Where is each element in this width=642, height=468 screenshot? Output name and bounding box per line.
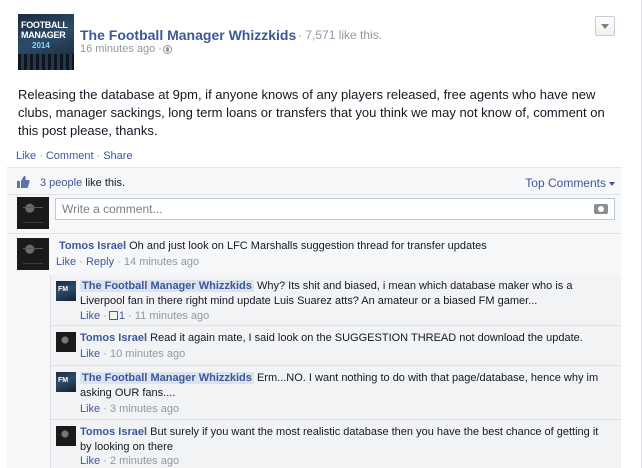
reply-item: Tomos Israel Read it again mate, I said … — [50, 326, 621, 366]
reply-like-link[interactable]: Like — [80, 348, 100, 360]
globe-icon[interactable] — [163, 45, 172, 54]
comment-like-link[interactable]: Like — [56, 256, 76, 268]
reply-time[interactable]: 2 minutes ago — [110, 455, 179, 467]
dot-separator: · — [79, 256, 83, 268]
comment-text: Oh and just look on LFC Marshalls sugges… — [129, 240, 487, 252]
commenter-avatar[interactable] — [17, 238, 49, 270]
dot-separator: · — [128, 310, 132, 322]
comment-input-box[interactable] — [55, 198, 615, 220]
likers-link[interactable]: 3 people — [40, 177, 82, 189]
sort-label: Top Comments — [525, 176, 606, 190]
likes-summary-row: 3 people like this. Top Comments — [7, 168, 621, 195]
thumbs-up-icon — [108, 311, 118, 320]
reply-author-link[interactable]: The Football Manager Whizzkids — [80, 280, 254, 292]
comment-text-line: Tomos Israel Oh and just look on LFC Mar… — [59, 239, 599, 254]
camera-icon[interactable] — [594, 204, 608, 214]
reply-meta: Like · 1 · 11 minutes ago — [80, 310, 209, 322]
post-time-text: 16 minutes ago — [80, 43, 156, 55]
thumbs-up-icon — [17, 176, 30, 188]
share-button[interactable]: Share — [103, 150, 132, 162]
viewer-avatar — [17, 197, 49, 229]
sort-comments-dropdown[interactable]: Top Comments — [525, 176, 615, 190]
reply-meta: Like · 10 minutes ago — [80, 348, 185, 360]
reply-text-block: The Football Manager Whizzkids Why? Its … — [80, 279, 600, 309]
reply-author-avatar[interactable] — [56, 332, 76, 352]
avatar-crowd-graphic — [18, 54, 74, 70]
dot-separator: · — [103, 455, 107, 467]
reply-meta: Like · 3 minutes ago — [80, 403, 179, 415]
chevron-down-icon — [601, 24, 609, 29]
avatar-logo-text-1: FOOTBALL — [21, 20, 68, 30]
post-timestamp[interactable]: 16 minutes ago · — [80, 43, 162, 55]
reply-time[interactable]: 3 minutes ago — [110, 403, 179, 415]
comment-reply-link[interactable]: Reply — [86, 256, 114, 268]
post-options-button[interactable] — [595, 16, 615, 36]
chevron-down-icon — [609, 181, 615, 186]
reply-author-link[interactable]: Tomos Israel — [80, 426, 147, 438]
comment-item: Tomos Israel Oh and just look on LFC Mar… — [7, 234, 621, 275]
page-name-link[interactable]: The Football Manager Whizzkids — [80, 27, 296, 43]
write-comment-row — [7, 195, 621, 234]
dot-separator: · — [103, 310, 107, 322]
comment-button[interactable]: Comment — [46, 150, 94, 162]
reply-text-block: Tomos Israel But surely if you want the … — [80, 425, 600, 455]
reply-author-avatar[interactable] — [56, 281, 76, 301]
dot-separator: · — [39, 150, 43, 162]
reply-meta: Like · 2 minutes ago — [80, 455, 179, 467]
reply-text-block: The Football Manager Whizzkids Erm...NO.… — [80, 371, 600, 401]
reply-author-avatar[interactable] — [56, 426, 76, 446]
reply-time[interactable]: 11 minutes ago — [135, 310, 209, 322]
reply-author-link[interactable]: The Football Manager Whizzkids — [80, 372, 254, 384]
avatar-logo-text-2: MANAGER — [21, 30, 66, 40]
reply-like-link[interactable]: Like — [80, 310, 100, 322]
dot-separator: · — [103, 348, 107, 360]
reply-like-count[interactable]: 1 — [119, 310, 125, 322]
dot-separator: · — [117, 256, 121, 268]
comment-meta: Like · Reply · 14 minutes ago — [56, 256, 199, 268]
like-button[interactable]: Like — [16, 150, 36, 162]
avatar-logo-year: 2014 — [32, 41, 50, 50]
facebook-post: FOOTBALL MANAGER 2014 The Football Manag… — [0, 0, 642, 468]
post-body-text: Releasing the database at 9pm, if anyone… — [18, 87, 605, 138]
reply-author-avatar[interactable] — [56, 372, 76, 392]
comments-section: 3 people like this. Top Comments Tomos I… — [7, 167, 621, 468]
reply-time[interactable]: 10 minutes ago — [110, 348, 185, 360]
reply-like-link[interactable]: Like — [80, 403, 100, 415]
post-actions: Like · Comment · Share — [16, 150, 133, 162]
dot-separator: · — [298, 28, 302, 42]
dot-separator: · — [158, 43, 162, 55]
reply-author-link[interactable]: Tomos Israel — [80, 332, 147, 344]
reply-text-block: Tomos Israel Read it again mate, I said … — [80, 331, 600, 346]
page-likes-count: · 7,571 like this. — [298, 28, 382, 42]
reply-item: The Football Manager Whizzkids Why? Its … — [50, 275, 621, 326]
comment-author-link[interactable]: Tomos Israel — [59, 240, 126, 252]
likers-suffix: like this. — [82, 177, 126, 189]
likers-sentence: 3 people like this. — [40, 177, 125, 189]
reply-like-link[interactable]: Like — [80, 455, 100, 467]
dot-separator: · — [103, 403, 107, 415]
comment-time[interactable]: 14 minutes ago — [124, 256, 199, 268]
reply-item: The Football Manager Whizzkids Erm...NO.… — [50, 366, 621, 420]
dot-separator: · — [96, 150, 101, 162]
comment-input[interactable] — [56, 199, 576, 219]
page-likes-text: 7,571 like this. — [305, 28, 383, 42]
reply-text: But surely if you want the most realisti… — [80, 426, 599, 453]
reply-text: Read it again mate, I said look on the S… — [150, 332, 583, 344]
page-avatar[interactable]: FOOTBALL MANAGER 2014 — [18, 14, 74, 70]
reply-item: Tomos Israel But surely if you want the … — [50, 420, 621, 468]
